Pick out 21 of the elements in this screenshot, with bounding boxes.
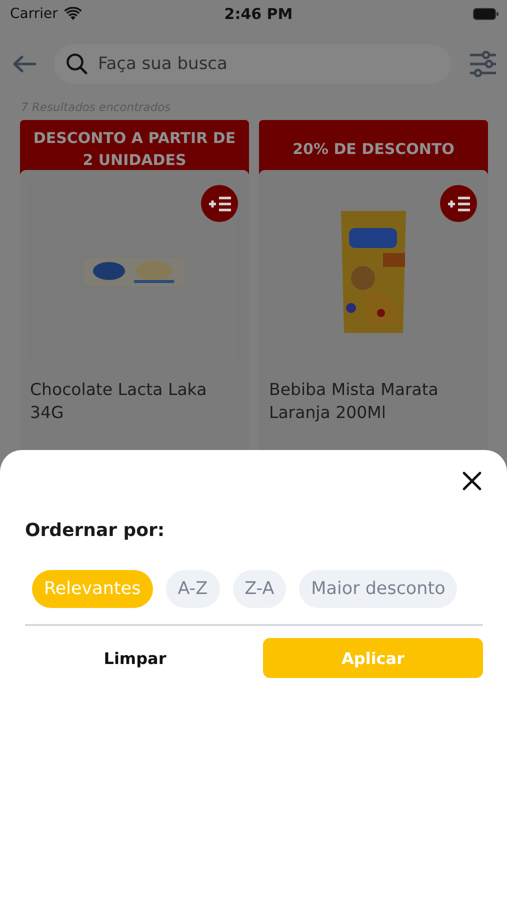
- discount-banner: 20% DE DESCONTO: [259, 120, 488, 174]
- close-icon[interactable]: [462, 471, 482, 491]
- filter-sliders-icon[interactable]: [469, 51, 497, 77]
- plus-list-icon: [446, 196, 470, 212]
- sort-chip[interactable]: Maior desconto: [299, 570, 458, 608]
- battery-icon: [472, 8, 499, 20]
- sort-title: Ordernar por:: [25, 520, 166, 541]
- plus-list-icon: [208, 196, 232, 212]
- clock-time: 2:46 PM: [224, 5, 293, 23]
- search-field[interactable]: Faça sua busca: [54, 44, 451, 84]
- carrier-name: Carrier: [10, 6, 58, 22]
- add-to-list-button[interactable]: [440, 185, 477, 222]
- discount-banner: DESCONTO A PARTIR DE 2 UNIDADES: [20, 120, 249, 174]
- product-name: Bebiba Mista Marata Laranja 200Ml: [269, 379, 440, 424]
- sort-chip[interactable]: Z-A: [232, 570, 286, 608]
- back-arrow-icon[interactable]: [12, 55, 36, 73]
- add-to-list-button[interactable]: [201, 185, 238, 222]
- product-name: Chocolate Lacta Laka 34G: [30, 379, 208, 424]
- sort-chip[interactable]: A-Z: [166, 570, 220, 608]
- clear-button[interactable]: Limpar: [25, 638, 245, 678]
- wifi-icon: [64, 7, 82, 21]
